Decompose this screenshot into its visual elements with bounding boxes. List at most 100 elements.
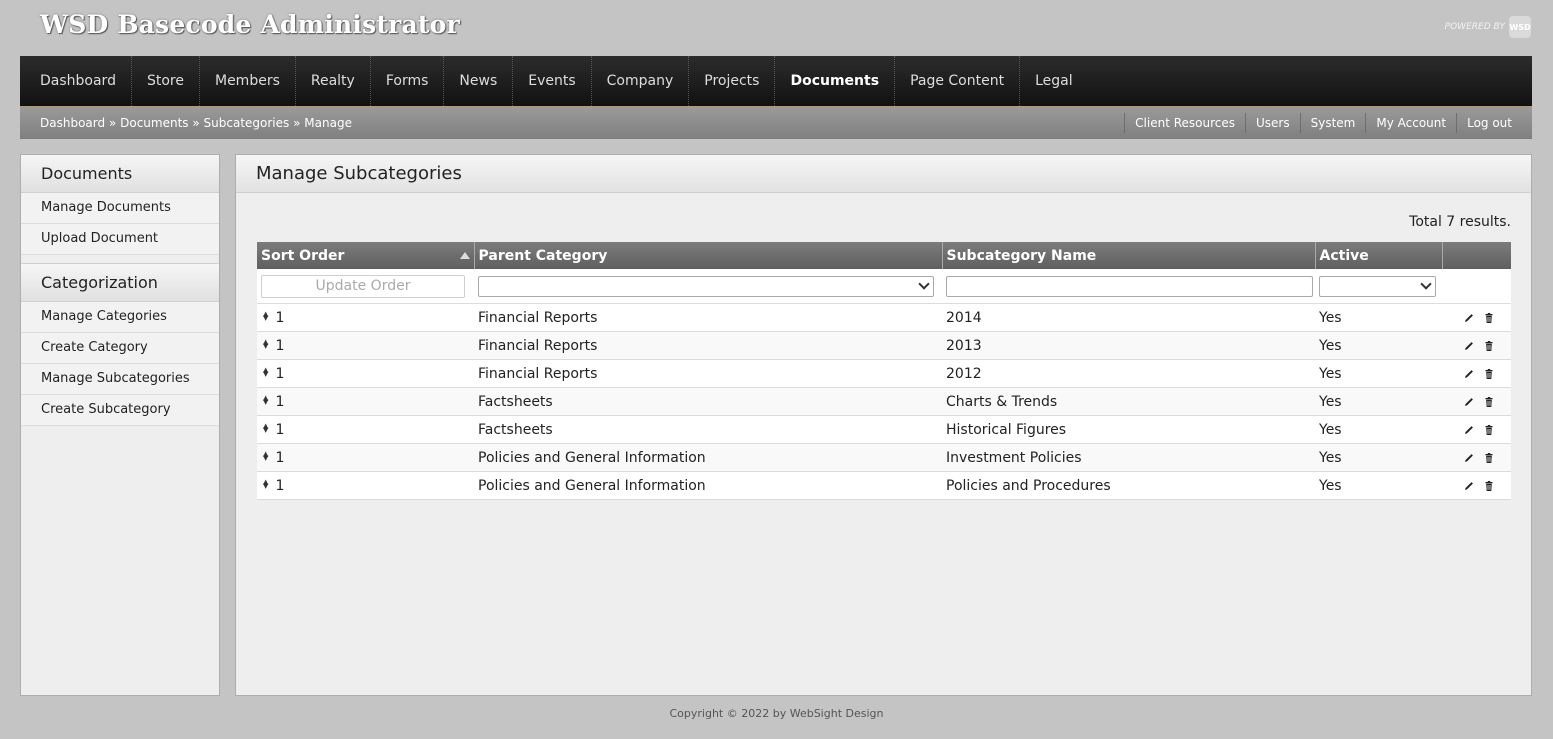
- trash-icon[interactable]: [1483, 424, 1495, 436]
- table-row: ▲ ▼ 1 Policies and General Information Poli…: [257, 471, 1511, 500]
- powered-by-text: POWERED BY: [1444, 22, 1505, 32]
- pencil-icon[interactable]: [1463, 396, 1475, 408]
- trash-icon[interactable]: [1483, 312, 1495, 324]
- utility-link-system[interactable]: System: [1299, 113, 1366, 133]
- table-row: ▲ ▼ 1 Financial Reports 2013 Yes: [257, 331, 1511, 360]
- column-header-active[interactable]: Active: [1315, 242, 1443, 269]
- pencil-icon[interactable]: [1463, 312, 1475, 324]
- breadcrumb-item-documents[interactable]: Documents: [120, 116, 188, 130]
- active-filter-select[interactable]: [1319, 275, 1436, 297]
- subcategory-name-cell: 2014: [942, 303, 1315, 332]
- powered-by: POWERED BY WSD: [1445, 16, 1531, 38]
- row-actions: [1446, 340, 1507, 352]
- breadcrumb-separator: »: [293, 116, 301, 130]
- breadcrumb-item-dashboard[interactable]: Dashboard: [40, 116, 105, 130]
- nav-item-forms[interactable]: Forms: [371, 56, 445, 106]
- parent-category-filter-select[interactable]: [478, 275, 934, 297]
- column-header-subcategory-name[interactable]: Subcategory Name: [942, 242, 1316, 269]
- active-cell: Yes: [1315, 387, 1442, 416]
- trash-icon[interactable]: [1483, 480, 1495, 492]
- table-row: ▲ ▼ 1 Policies and General Information Inve…: [257, 443, 1511, 472]
- sort-handle-icon[interactable]: ▲ ▼: [263, 394, 271, 405]
- parent-category-cell: Financial Reports: [474, 359, 942, 388]
- pencil-icon[interactable]: [1463, 480, 1475, 492]
- subcategory-name-cell: Charts & Trends: [942, 387, 1315, 416]
- parent-category-cell: Financial Reports: [474, 303, 942, 332]
- nav-item-members[interactable]: Members: [200, 56, 296, 106]
- sort-handle-icon[interactable]: ▲ ▼: [263, 310, 271, 321]
- utility-navigation: Client Resources Users System My Account Log…: [1124, 113, 1532, 133]
- sort-order-value: 1: [275, 365, 285, 382]
- table-row: ▲ ▼ 1 Factsheets Historical Figures Yes: [257, 415, 1511, 444]
- active-cell: Yes: [1315, 303, 1442, 332]
- nav-item-legal[interactable]: Legal: [1020, 56, 1088, 106]
- breadcrumb-separator: »: [192, 116, 200, 130]
- nav-item-projects[interactable]: Projects: [689, 56, 776, 106]
- parent-category-cell: Policies and General Information: [474, 443, 942, 472]
- nav-item-documents[interactable]: Documents: [775, 56, 896, 106]
- active-cell: Yes: [1315, 471, 1442, 500]
- subcategory-name-cell: Policies and Procedures: [942, 471, 1315, 500]
- sidebar-item-manage-subcategories[interactable]: Manage Subcategories: [21, 364, 219, 395]
- sidebar-item-create-category[interactable]: Create Category: [21, 333, 219, 364]
- utility-link-my-account[interactable]: My Account: [1365, 113, 1456, 133]
- sort-handle-icon[interactable]: ▲ ▼: [263, 422, 271, 433]
- subcategory-name-cell: 2013: [942, 331, 1315, 360]
- update-order-button[interactable]: Update Order: [261, 274, 465, 298]
- pencil-icon[interactable]: [1463, 452, 1475, 464]
- pencil-icon[interactable]: [1463, 368, 1475, 380]
- parent-category-cell: Factsheets: [474, 387, 942, 416]
- sort-handle-icon[interactable]: ▲ ▼: [263, 366, 271, 377]
- nav-item-page-content[interactable]: Page Content: [895, 56, 1021, 106]
- sidebar-heading-documents: Documents: [21, 155, 219, 193]
- pencil-icon[interactable]: [1463, 340, 1475, 352]
- sort-handle-icon[interactable]: ▲ ▼: [263, 338, 271, 349]
- utility-link-client-resources[interactable]: Client Resources: [1124, 113, 1245, 133]
- column-header-sort-order[interactable]: Sort Order: [257, 242, 475, 269]
- site-title: WSD Basecode Administrator: [40, 10, 460, 39]
- column-header-parent-category[interactable]: Parent Category: [474, 242, 943, 269]
- sort-order-value: 1: [275, 421, 285, 438]
- sidebar-item-upload-document[interactable]: Upload Document: [21, 224, 219, 255]
- main-navigation: Dashboard Store Members Realty Forms News Even…: [20, 56, 1532, 107]
- row-actions: [1446, 396, 1507, 408]
- table-row: ▲ ▼ 1 Financial Reports 2012 Yes: [257, 359, 1511, 388]
- nav-item-company[interactable]: Company: [592, 56, 690, 106]
- sidebar-item-create-subcategory[interactable]: Create Subcategory: [21, 395, 219, 426]
- breadcrumb-item-manage: Manage: [304, 116, 352, 130]
- row-actions: [1446, 368, 1507, 380]
- row-actions: [1446, 424, 1507, 436]
- sort-order-value: 1: [275, 393, 285, 410]
- nav-item-news[interactable]: News: [444, 56, 514, 106]
- pencil-icon[interactable]: [1463, 424, 1475, 436]
- nav-item-store[interactable]: Store: [132, 56, 200, 106]
- trash-icon[interactable]: [1483, 368, 1495, 380]
- sidebar-item-manage-documents[interactable]: Manage Documents: [21, 193, 219, 224]
- table-header-row: Sort Order Parent Category Subcategory N…: [257, 242, 1511, 269]
- sort-order-value: 1: [275, 337, 285, 354]
- breadcrumb: Dashboard » Documents » Subcategories » …: [20, 116, 352, 130]
- sort-order-value: 1: [275, 477, 285, 494]
- trash-icon[interactable]: [1483, 452, 1495, 464]
- chevron-down-icon: [918, 277, 930, 290]
- utility-link-log-out[interactable]: Log out: [1456, 113, 1522, 133]
- sub-bar: Dashboard » Documents » Subcategories » …: [20, 107, 1532, 139]
- nav-item-events[interactable]: Events: [513, 56, 592, 106]
- wsd-logo-icon: WSD: [1509, 16, 1531, 38]
- sort-handle-icon[interactable]: ▲ ▼: [263, 450, 271, 461]
- nav-item-realty[interactable]: Realty: [296, 56, 371, 106]
- active-cell: Yes: [1315, 359, 1442, 388]
- trash-icon[interactable]: [1483, 396, 1495, 408]
- filter-row: Update Order: [257, 269, 1511, 304]
- row-actions: [1446, 312, 1507, 324]
- subcategory-name-filter-input[interactable]: [946, 275, 1313, 297]
- sort-handle-icon[interactable]: ▲ ▼: [263, 478, 271, 489]
- main-panel: Manage Subcategories Total 7 results. So…: [235, 154, 1532, 696]
- breadcrumb-item-subcategories[interactable]: Subcategories: [204, 116, 290, 130]
- trash-icon[interactable]: [1483, 340, 1495, 352]
- table-row: ▲ ▼ 1 Financial Reports 2014 Yes: [257, 303, 1511, 332]
- utility-link-users[interactable]: Users: [1245, 113, 1300, 133]
- nav-item-dashboard[interactable]: Dashboard: [20, 56, 132, 106]
- sidebar-heading-categorization: Categorization: [21, 263, 219, 302]
- sidebar-item-manage-categories[interactable]: Manage Categories: [21, 302, 219, 333]
